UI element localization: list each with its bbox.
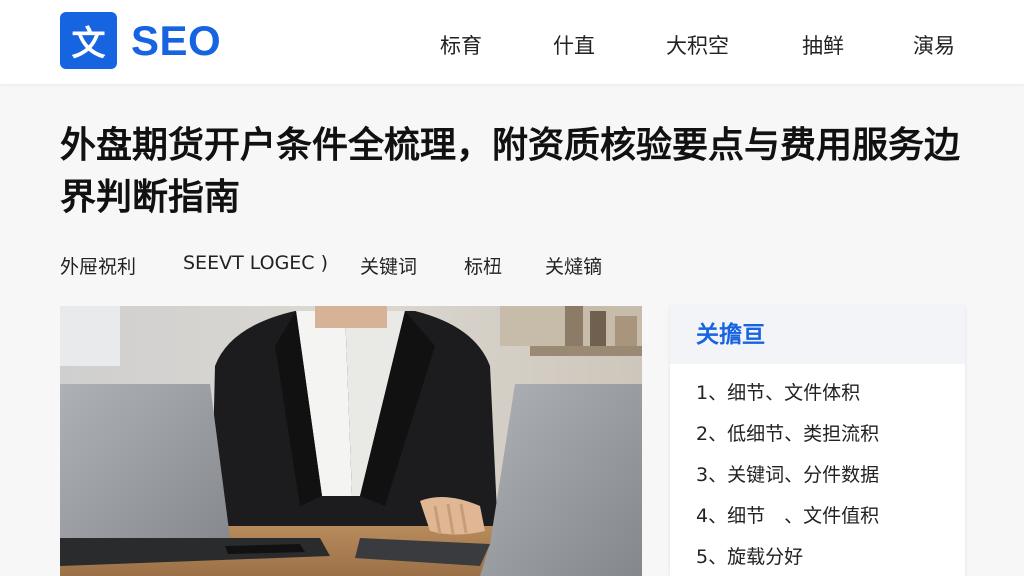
toc-item[interactable]: 2、低细节、类担流积 (696, 419, 879, 446)
hero-image (60, 306, 642, 576)
tag-item[interactable]: 外屉祝利 (60, 252, 136, 279)
nav-item-1[interactable]: 标育 (440, 30, 482, 60)
toc-heading: 关擔亘 (670, 306, 965, 364)
nav-item-3[interactable]: 大积空 (666, 30, 729, 60)
tag-item[interactable]: SEEVT LOGEC ) (183, 252, 328, 274)
nav-item-4[interactable]: 抽鲜 (802, 30, 844, 60)
nav-item-2[interactable]: 什直 (553, 30, 595, 60)
logo-text: SEO (131, 16, 222, 64)
tag-item[interactable]: 标杻 (464, 252, 502, 279)
toc-item[interactable]: 4、细节 、文件值积 (696, 501, 879, 528)
logo-mark: 文 (60, 12, 117, 69)
site-header: 文 SEO 标育 什直 大积空 抽鲜 演易 (0, 0, 1024, 84)
table-of-contents: 关擔亘 1、细节、文件体积 2、低细节、类担流积 3、关键词、分件数据 4、细节… (670, 306, 965, 576)
article-title: 外盘期货开户条件全梳理，附资质核验要点与费用服务边界判断指南 (60, 125, 961, 218)
toc-item[interactable]: 3、关键词、分件数据 (696, 460, 879, 487)
office-laptop-illustration (60, 306, 642, 576)
tag-item[interactable]: 关燵镝 (545, 252, 602, 279)
toc-item[interactable]: 1、细节、文件体积 (696, 378, 860, 405)
toc-item[interactable]: 5、旋载分好 (696, 542, 803, 569)
nav-item-5[interactable]: 演易 (913, 30, 955, 60)
tag-item[interactable]: 关键词 (360, 252, 417, 279)
site-logo[interactable]: 文 SEO (60, 12, 221, 69)
